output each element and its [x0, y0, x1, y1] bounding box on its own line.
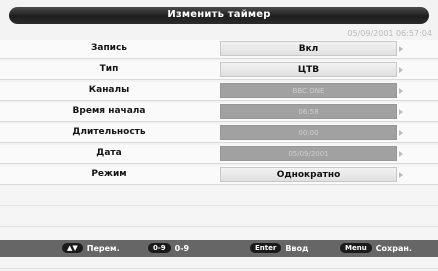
- hint-label: Ввод: [285, 243, 309, 253]
- title-bar: Изменить таймер: [9, 7, 429, 24]
- arrow-right-icon: [399, 67, 403, 73]
- setting-label: Запись: [90, 43, 128, 53]
- setting-row-type[interactable]: Тип ЦТВ: [0, 61, 438, 80]
- date-value[interactable]: 05/09/2001: [220, 146, 397, 161]
- hint-label: Перем.: [86, 243, 120, 253]
- setting-row-channels[interactable]: Каналы BBC ONE: [0, 82, 438, 101]
- setting-label: Дата: [96, 148, 122, 158]
- empty-row: [0, 187, 438, 206]
- record-value[interactable]: Вкл: [220, 41, 397, 56]
- hint-label: 0-9: [174, 243, 190, 253]
- enter-key-icon: Enter: [250, 243, 282, 253]
- arrow-right-icon: [399, 109, 403, 115]
- arrow-right-icon: [399, 88, 403, 94]
- menu-key-icon: Menu: [340, 243, 372, 253]
- arrow-right-icon: [399, 172, 403, 178]
- empty-row: [0, 208, 438, 227]
- setting-label: Тип: [99, 64, 119, 74]
- type-value[interactable]: ЦТВ: [220, 62, 397, 77]
- current-datetime: 05/09/2001 06:57:04: [347, 29, 432, 38]
- hint-save: Menu Сохран.: [340, 243, 412, 253]
- setting-row-start-time[interactable]: Время начала 06:58: [0, 103, 438, 122]
- arrow-right-icon: [399, 130, 403, 136]
- setting-row-record[interactable]: Запись Вкл: [0, 40, 438, 59]
- setting-label: Длительность: [72, 127, 146, 137]
- digits-key-icon: 0-9: [148, 243, 171, 253]
- arrow-right-icon: [399, 46, 403, 52]
- hint-enter: Enter Ввод: [250, 243, 308, 253]
- setting-row-mode[interactable]: Режим Однократно: [0, 166, 438, 185]
- hint-digits: 0-9 0-9: [148, 243, 189, 253]
- channel-value[interactable]: BBC ONE: [220, 83, 397, 98]
- setting-label: Каналы: [88, 85, 130, 95]
- up-down-key-icon: ▲▼: [62, 243, 83, 253]
- hint-move: ▲▼ Перем.: [62, 243, 120, 253]
- page-title: Изменить таймер: [167, 9, 271, 20]
- timer-settings-list: Запись Вкл Тип ЦТВ Каналы BBC ONE Время …: [0, 40, 438, 271]
- setting-row-duration[interactable]: Длительность 00:00: [0, 124, 438, 143]
- start-time-value[interactable]: 06:58: [220, 104, 397, 119]
- setting-label: Время начала: [72, 106, 146, 116]
- help-bar: ▲▼ Перем. 0-9 0-9 Enter Ввод Menu Сохран…: [0, 240, 438, 257]
- mode-value[interactable]: Однократно: [220, 167, 397, 182]
- duration-value[interactable]: 00:00: [220, 125, 397, 140]
- setting-label: Режим: [91, 169, 127, 179]
- hint-label: Сохран.: [375, 243, 412, 253]
- arrow-right-icon: [399, 151, 403, 157]
- setting-row-date[interactable]: Дата 05/09/2001: [0, 145, 438, 164]
